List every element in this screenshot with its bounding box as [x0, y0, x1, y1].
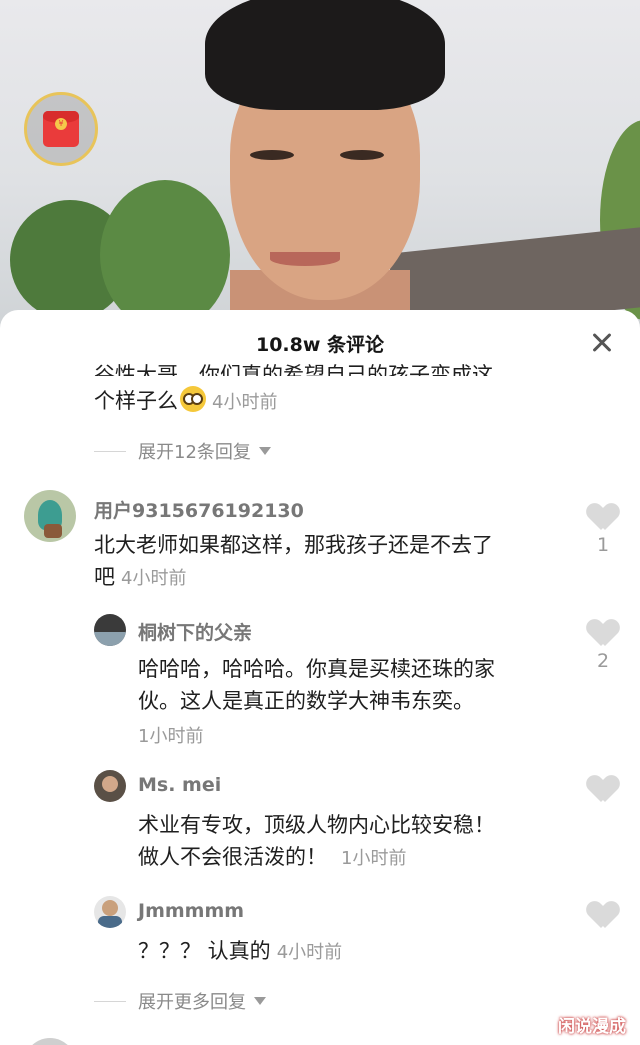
divider-line — [94, 450, 126, 452]
avatar[interactable] — [94, 614, 126, 646]
reply-username[interactable]: Ms. mei — [138, 774, 221, 796]
heart-icon[interactable] — [588, 504, 618, 532]
reply-time: 4小时前 — [276, 942, 343, 963]
reply-item: Ms. mei 术业有专攻，顶级人物内心比较安稳！ 做人不会很活泼的！ 1小时前 — [0, 768, 640, 878]
avatar[interactable] — [24, 490, 76, 542]
comment-text-line: 吧 — [94, 565, 115, 589]
heart-icon[interactable] — [588, 620, 618, 648]
reply-text: 做人不会很活泼的！ 1小时前 — [138, 842, 406, 874]
heart-icon[interactable] — [588, 902, 618, 930]
comment-username[interactable]: 用户9315676192130 — [94, 496, 304, 523]
like-count: 1 — [596, 534, 610, 556]
close-icon[interactable] — [586, 326, 618, 358]
avatar[interactable] — [94, 770, 126, 802]
red-packet-button[interactable]: ¥ — [24, 92, 98, 166]
reply-text-line: 哈哈哈，哈哈哈。你真是买椟还珠的家 — [138, 657, 495, 681]
expand-more-label: 展开更多回复 — [138, 992, 246, 1013]
cool-emoji-icon — [180, 386, 206, 412]
watermark: 闲说漫成 — [558, 1017, 626, 1037]
reply-text-line: 伙。这人是真正的数学大神韦东奕。 — [138, 689, 474, 713]
heart-icon[interactable] — [588, 776, 618, 804]
reply-text-line: 做人不会很活泼的！ — [138, 845, 327, 869]
red-packet-icon: ¥ — [43, 111, 79, 147]
avatar[interactable] — [24, 1038, 76, 1045]
reply-username[interactable]: 桐树下的父亲 — [138, 618, 252, 645]
avatar[interactable] — [94, 896, 126, 928]
person-eye — [340, 150, 384, 160]
comment-text-line: 北大老师如果都这样，那我孩子还是不去了 — [94, 533, 493, 557]
comment-time: 4小时前 — [212, 392, 278, 413]
comment-count-title: 10.8w 条评论 — [255, 334, 385, 356]
comment-text: 吧 4小时前 — [94, 562, 186, 594]
divider-line — [94, 1000, 126, 1002]
reply-text: ？？？ 认真的 4小时前 — [138, 936, 342, 968]
comment-text: 个样子么 4小时前 — [94, 386, 277, 418]
expand-more-replies-button[interactable]: 展开更多回复 — [94, 988, 266, 1014]
comment-panel: 10.8w 条评论 谷性大哥，你们真的希望自己的孩子变成这 个样子么 4小时前 展… — [0, 310, 640, 1045]
reply-item: Jmmmmm ？？？ 认真的 4小时前 — [0, 894, 640, 974]
chevron-down-icon — [254, 997, 266, 1005]
expand-replies-label: 展开12条回复 — [138, 442, 251, 463]
like-count: 2 — [596, 650, 610, 672]
reply-text-line: 术业有专攻，顶级人物内心比较安稳！ — [138, 813, 495, 837]
reply-time: 1小时前 — [341, 848, 407, 869]
reply-text-line: ？？？ 认真的 — [138, 939, 271, 963]
expand-replies-button[interactable]: 展开12条回复 — [94, 438, 271, 464]
reply-time: 1小时前 — [138, 726, 204, 747]
person-eye — [250, 150, 294, 160]
reply-username[interactable]: Jmmmmm — [138, 900, 244, 922]
chevron-down-icon — [258, 447, 271, 455]
video-background — [0, 0, 640, 330]
comment-item: 用户9315676192130 北大老师如果都这样，那我孩子还是不去了 吧 4小时… — [0, 486, 640, 596]
person-mouth — [270, 252, 340, 266]
comment-time: 4小时前 — [121, 568, 187, 589]
comment-text-line: 个样子么 — [94, 389, 178, 413]
reply-item: 桐树下的父亲 哈哈哈，哈哈哈。你真是买椟还珠的家 伙。这人是真正的数学大神韦东奕… — [0, 612, 640, 752]
comment-text-cut: 谷性大哥，你们真的希望自己的孩子变成这 — [94, 363, 493, 376]
